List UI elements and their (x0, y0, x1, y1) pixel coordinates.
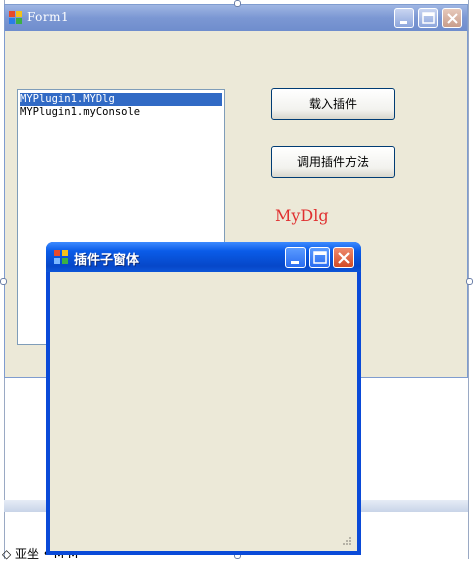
child-minimize-button[interactable] (285, 247, 306, 268)
child-title: 插件子窗体 (74, 253, 140, 268)
resize-handle-right[interactable] (466, 278, 473, 285)
child-app-icon (54, 250, 68, 264)
child-maximize-button[interactable] (309, 247, 330, 268)
child-close-button[interactable] (333, 247, 354, 268)
resize-handle-left[interactable] (0, 278, 7, 285)
maximize-button[interactable] (418, 8, 438, 28)
resize-handle-top[interactable] (234, 0, 241, 7)
form-app-icon (9, 11, 22, 24)
list-item[interactable]: MYPlugin1.myConsole (20, 106, 222, 119)
maximize-icon (422, 12, 435, 24)
minimize-icon (291, 261, 299, 264)
plugin-child-window: 插件子窗体 (46, 242, 361, 555)
maximize-icon (313, 251, 327, 264)
child-titlebar[interactable]: 插件子窗体 (46, 242, 361, 272)
close-button[interactable] (442, 8, 462, 28)
minimize-icon (400, 21, 407, 24)
load-plugin-button[interactable]: 载入插件 (271, 88, 395, 120)
list-item[interactable]: MYPlugin1.MYDlg (20, 93, 222, 106)
result-label: MyDlg (275, 206, 329, 225)
close-icon (338, 252, 350, 264)
call-plugin-method-button[interactable]: 调用插件方法 (271, 146, 395, 178)
form1-titlebar[interactable]: Form1 (5, 5, 467, 31)
form1-title: Form1 (27, 10, 70, 24)
minimize-button[interactable] (394, 8, 414, 28)
close-icon (447, 13, 458, 24)
child-client-area (50, 272, 357, 551)
resize-grip-icon[interactable] (341, 535, 351, 545)
